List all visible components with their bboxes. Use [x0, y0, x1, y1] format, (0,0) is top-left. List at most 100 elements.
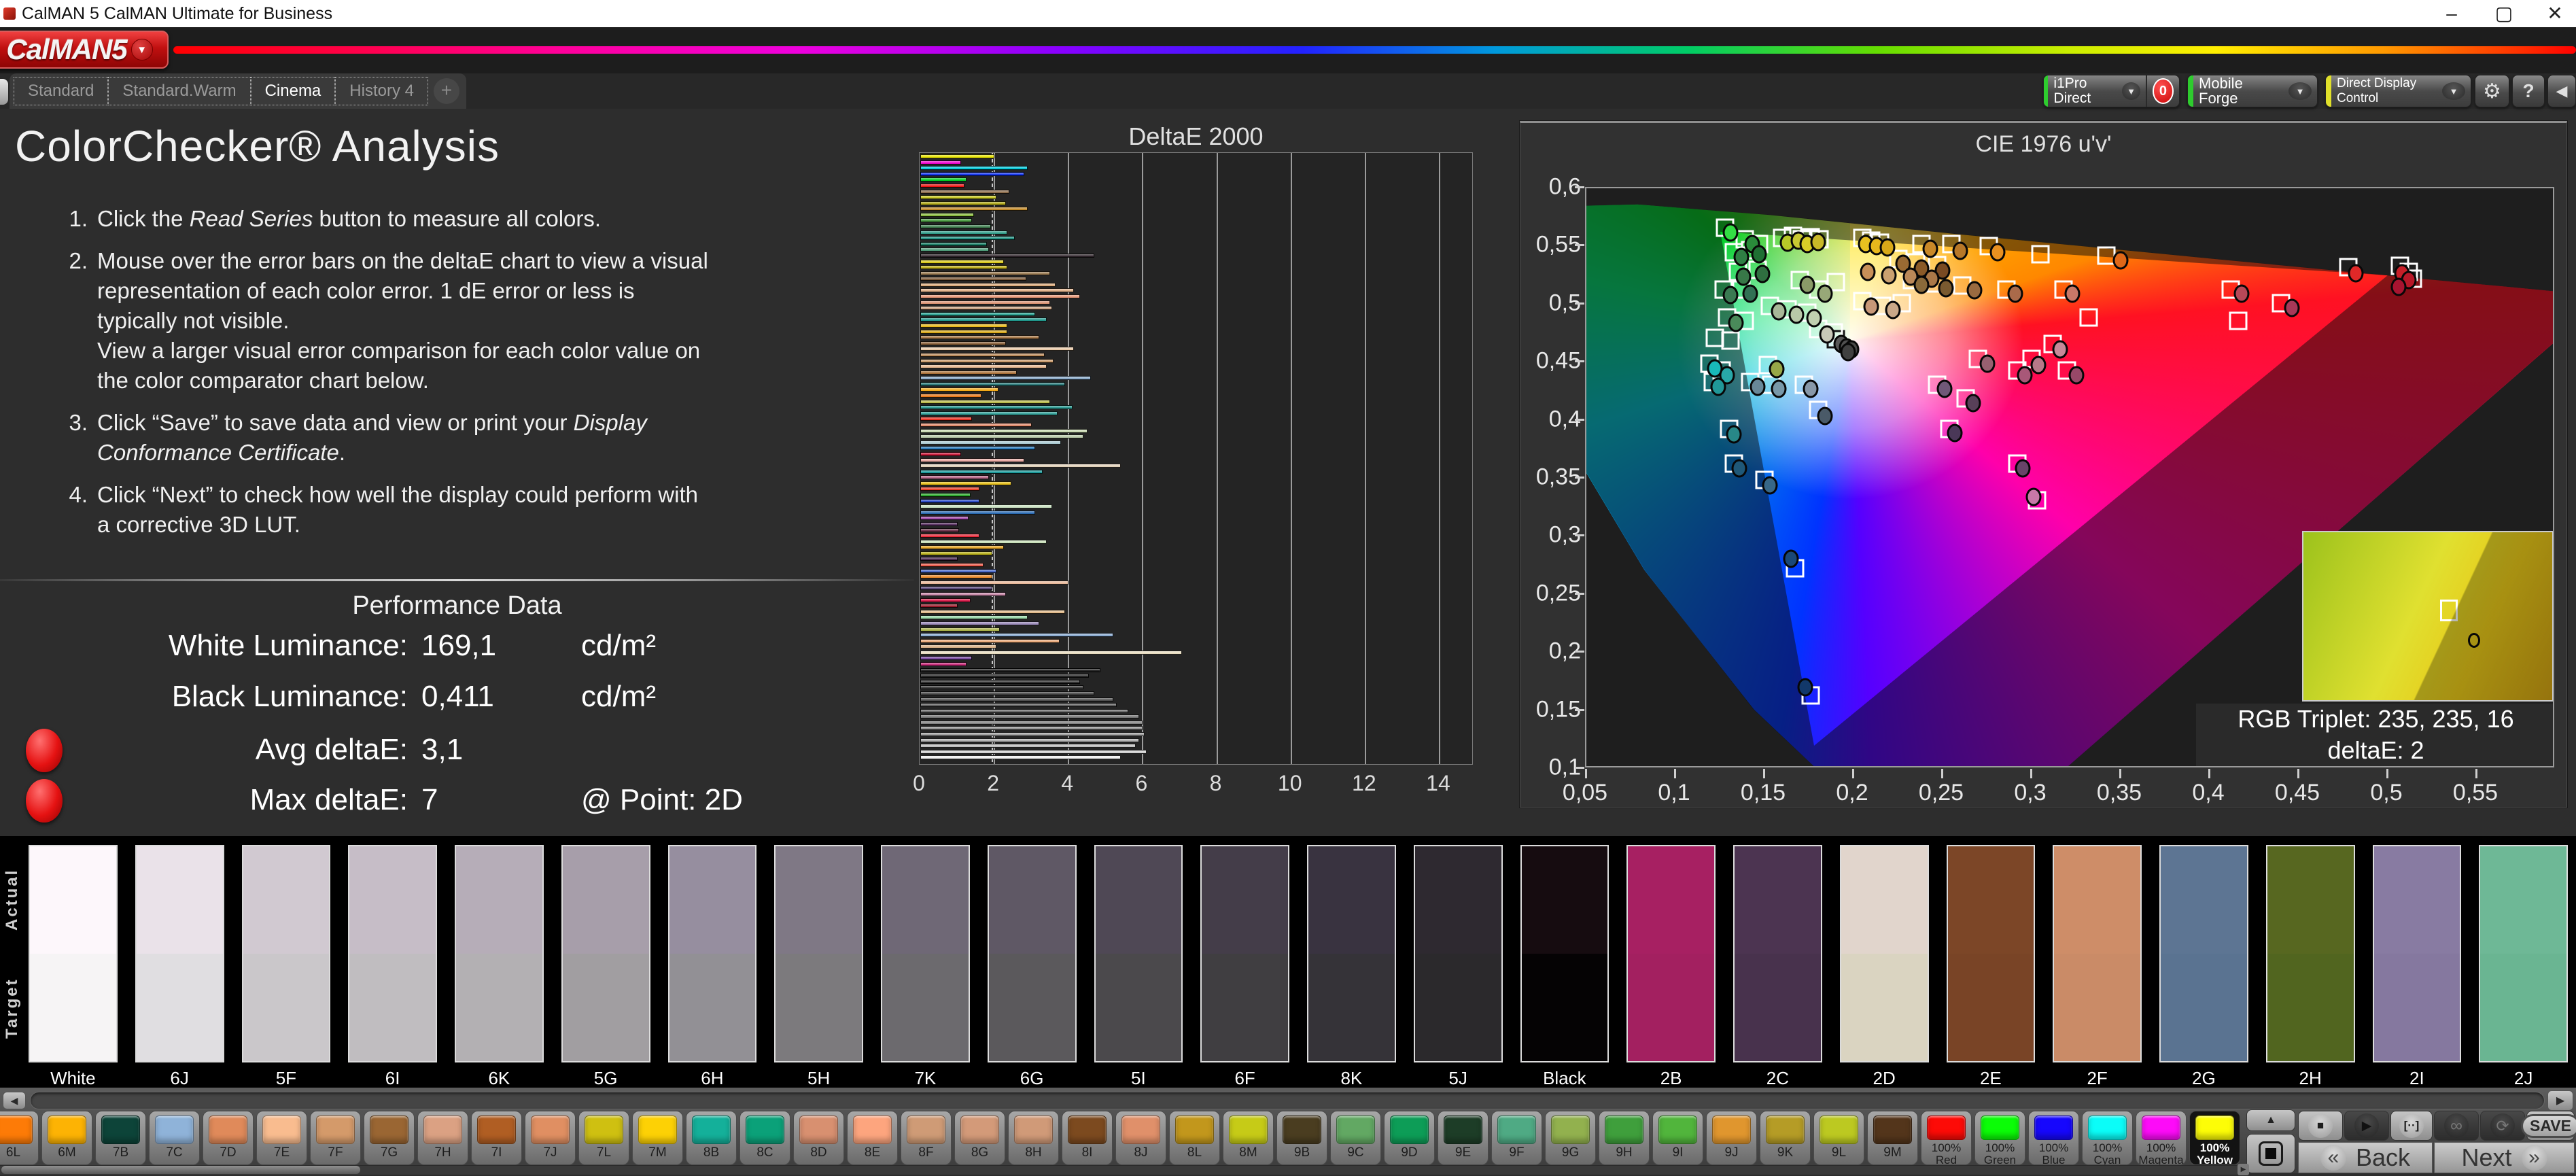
patch-button-9h[interactable]: 9H — [1599, 1111, 1650, 1165]
patch-scroll-right-button[interactable]: ▶ — [2547, 1090, 2573, 1111]
deltae-bar[interactable] — [920, 160, 961, 165]
deltae-bar[interactable] — [920, 627, 1000, 632]
comparator-swatch[interactable] — [1307, 845, 1396, 1062]
deltae-bar[interactable] — [920, 744, 1136, 748]
deltae-bar[interactable] — [920, 195, 996, 199]
deltae-bar[interactable] — [920, 353, 1045, 357]
patch-scrollbar-track[interactable] — [30, 1092, 2545, 1109]
deltae-bar[interactable] — [920, 154, 994, 158]
deltae-bar[interactable] — [920, 511, 1035, 515]
play-button[interactable]: ▶ — [2344, 1111, 2389, 1141]
settings-button[interactable]: ⚙ — [2475, 75, 2509, 107]
patch-window-button[interactable] — [2246, 1134, 2295, 1173]
patch-button-8l[interactable]: 8L — [1169, 1111, 1220, 1165]
deltae-bar[interactable] — [920, 230, 1007, 235]
deltae-bar[interactable] — [920, 499, 979, 503]
deltae-bar[interactable] — [920, 330, 1007, 334]
deltae-bar[interactable] — [920, 400, 1050, 404]
next-button[interactable]: Next » — [2434, 1142, 2575, 1173]
deltae-bar[interactable] — [920, 440, 1061, 445]
patch-button-8e[interactable]: 8E — [847, 1111, 898, 1165]
close-button[interactable]: ✕ — [2535, 0, 2575, 27]
deltae-bar[interactable] — [920, 545, 1004, 549]
patch-button-7m[interactable]: 7M — [632, 1111, 683, 1165]
comparator-swatch[interactable] — [668, 845, 757, 1062]
deltae-bar[interactable] — [920, 598, 971, 602]
deltae-bar[interactable] — [920, 224, 991, 228]
deltae-bar[interactable] — [920, 236, 1015, 240]
patch-button-100%-red[interactable]: 100% Red — [1921, 1111, 1972, 1165]
deltae-bar[interactable] — [920, 680, 1080, 684]
deltae-chart[interactable] — [919, 152, 1473, 765]
deltae-bar[interactable] — [920, 569, 996, 573]
patch-button-6m[interactable]: 6M — [41, 1111, 92, 1165]
deltae-bar[interactable] — [920, 516, 969, 520]
patch-button-9d[interactable]: 9D — [1384, 1111, 1435, 1165]
deltae-bar[interactable] — [920, 528, 959, 532]
deltae-bar[interactable] — [920, 668, 1100, 672]
deltae-bar[interactable] — [920, 639, 1060, 643]
deltae-bar[interactable] — [920, 709, 1128, 713]
patch-button-9b[interactable]: 9B — [1276, 1111, 1327, 1165]
comparator-swatch[interactable] — [1414, 845, 1503, 1062]
deltae-bar[interactable] — [920, 434, 1083, 438]
tab-standard-warm[interactable]: Standard.Warm — [108, 77, 250, 105]
deltae-bar[interactable] — [920, 610, 1065, 614]
comparator-swatch[interactable] — [242, 845, 331, 1062]
deltae-bar[interactable] — [920, 644, 996, 648]
patch-button-7g[interactable]: 7G — [364, 1111, 415, 1165]
patch-button-7l[interactable]: 7L — [578, 1111, 629, 1165]
meter-count-badge[interactable]: 0 — [2153, 78, 2174, 104]
deltae-bar[interactable] — [920, 563, 984, 567]
minimize-button[interactable]: – — [2432, 0, 2471, 27]
deltae-bar[interactable] — [920, 213, 974, 217]
read-series-button[interactable]: [··] — [2390, 1111, 2433, 1141]
source-selector[interactable]: Mobile Forge ▼ — [2187, 75, 2318, 107]
deltae-bar[interactable] — [920, 586, 992, 590]
comparator-swatch[interactable] — [1626, 845, 1716, 1062]
comparator-swatch[interactable] — [2373, 845, 2462, 1062]
deltae-bar[interactable] — [920, 429, 1087, 433]
patch-button-8b[interactable]: 8B — [686, 1111, 737, 1165]
deltae-bar[interactable] — [920, 651, 1182, 655]
patch-button-7i[interactable]: 7I — [471, 1111, 522, 1165]
deltae-bar[interactable] — [920, 714, 1139, 719]
tab-history-4[interactable]: History 4 — [335, 77, 428, 105]
deltae-bar[interactable] — [920, 166, 1028, 170]
tab-standard[interactable]: Standard — [14, 77, 108, 105]
deltae-bar[interactable] — [920, 172, 1024, 176]
patch-button-100%-cyan[interactable]: 100% Cyan — [2082, 1111, 2133, 1165]
stop-button[interactable]: ■ — [2298, 1111, 2343, 1141]
deltae-bar[interactable] — [920, 481, 1011, 485]
patch-button-7j[interactable]: 7J — [525, 1111, 576, 1165]
display-control-selector[interactable]: Direct Display Control ▼ — [2325, 75, 2471, 107]
patch-button-100%-blue[interactable]: 100% Blue — [2028, 1111, 2079, 1165]
deltae-bar[interactable] — [920, 260, 1004, 264]
deltae-bar[interactable] — [920, 177, 967, 181]
deltae-bar[interactable] — [920, 458, 1024, 462]
deltae-bar[interactable] — [920, 732, 1145, 736]
collapse-panel-button[interactable]: ◀ — [2547, 75, 2576, 107]
deltae-bar[interactable] — [920, 662, 967, 666]
deltae-bar[interactable] — [920, 615, 1028, 619]
deltae-bar[interactable] — [920, 592, 1006, 596]
deltae-bar[interactable] — [920, 703, 1117, 707]
patch-button-9g[interactable]: 9G — [1545, 1111, 1596, 1165]
comparator-swatch[interactable] — [455, 845, 544, 1062]
deltae-bar[interactable] — [920, 738, 1139, 742]
deltae-bar[interactable] — [920, 534, 979, 538]
deltae-bar[interactable] — [920, 300, 1050, 305]
deltae-bar[interactable] — [920, 540, 1047, 544]
deltae-bar[interactable] — [920, 557, 958, 561]
cie-chart[interactable]: RGB Triplet: 235, 235, 16 deltaE: 2 — [1585, 187, 2554, 767]
patch-button-8g[interactable]: 8G — [954, 1111, 1005, 1165]
patch-button-8d[interactable]: 8D — [793, 1111, 844, 1165]
patch-button-100%-yellow[interactable]: 100% Yellow — [2189, 1111, 2240, 1165]
chevron-down-icon[interactable]: ▼ — [2442, 82, 2465, 100]
comparator-swatch[interactable] — [774, 845, 863, 1062]
help-button[interactable]: ? — [2512, 75, 2545, 107]
deltae-bar[interactable] — [920, 405, 1073, 409]
patch-button-7f[interactable]: 7F — [310, 1111, 361, 1165]
deltae-bar[interactable] — [920, 721, 1143, 725]
patch-button-9i[interactable]: 9I — [1652, 1111, 1703, 1165]
